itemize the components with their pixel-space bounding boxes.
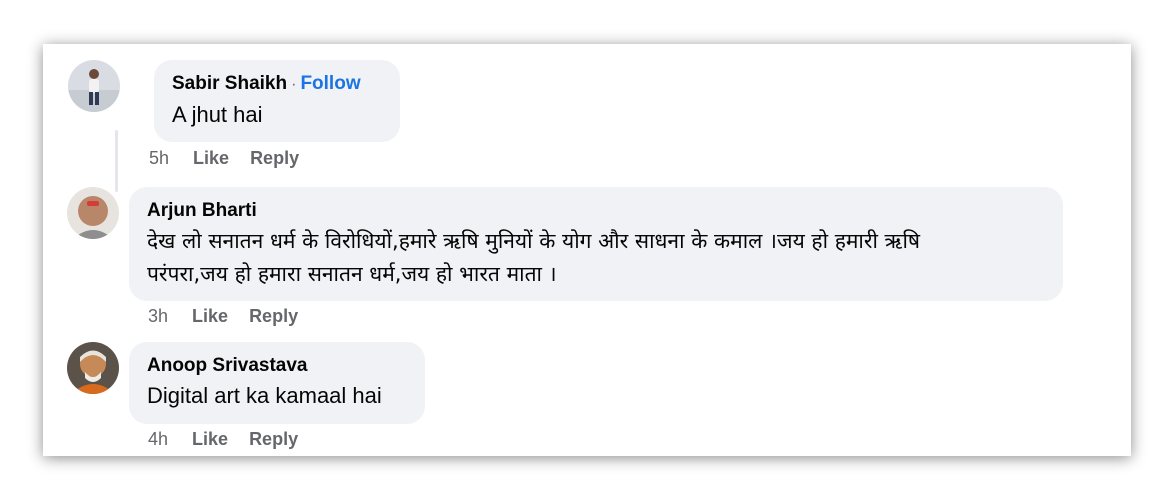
separator-dot: · (291, 76, 297, 93)
comments-panel: Sabir Shaikh · Follow A jhut hai 5h Like Rep… (43, 44, 1131, 456)
avatar[interactable] (67, 187, 119, 239)
comment-text: A jhut hai (172, 102, 263, 127)
reply-button[interactable]: Reply (249, 429, 298, 450)
like-button[interactable]: Like (192, 429, 228, 450)
author-name-row: Arjun Bharti (147, 199, 1045, 223)
like-button[interactable]: Like (192, 306, 228, 327)
comment-bubble: Arjun Bharti देख लो सनातन धर्म के विरोधि… (129, 187, 1063, 301)
author-row: Sabir Shaikh · Follow (172, 72, 382, 97)
author-name[interactable]: Sabir Shaikh (172, 73, 287, 94)
reply-button[interactable]: Reply (250, 148, 299, 169)
comment-text-line-1: देख लो सनातन धर्म के विरोधियों,हमारे ऋषि… (147, 229, 921, 253)
follow-button[interactable]: Follow (300, 73, 360, 94)
author-name[interactable]: Anoop Srivastava (147, 355, 308, 376)
comment-text: Digital art ka kamaal hai (147, 383, 382, 408)
author-name[interactable]: Arjun Bharti (147, 200, 257, 221)
like-button[interactable]: Like (193, 148, 229, 169)
comment-text-line-2: परंपरा,जय हो हमारा सनातन धर्म,जय हो भारत… (147, 262, 557, 286)
timestamp[interactable]: 3h (148, 306, 168, 327)
comment-bubble: Sabir Shaikh · Follow A jhut hai (154, 60, 400, 142)
avatar[interactable] (68, 60, 120, 112)
thread-line (115, 130, 118, 192)
comment-actions: 4h Like Reply (148, 429, 319, 450)
comment-actions: 3h Like Reply (148, 306, 319, 327)
comment-actions: 5h Like Reply (149, 148, 320, 169)
author-name-row: Anoop Srivastava (147, 354, 407, 378)
avatar[interactable] (67, 342, 119, 394)
timestamp[interactable]: 4h (148, 429, 168, 450)
comment-bubble: Anoop Srivastava Digital art ka kamaal h… (129, 342, 425, 424)
timestamp[interactable]: 5h (149, 148, 169, 169)
reply-button[interactable]: Reply (249, 306, 298, 327)
